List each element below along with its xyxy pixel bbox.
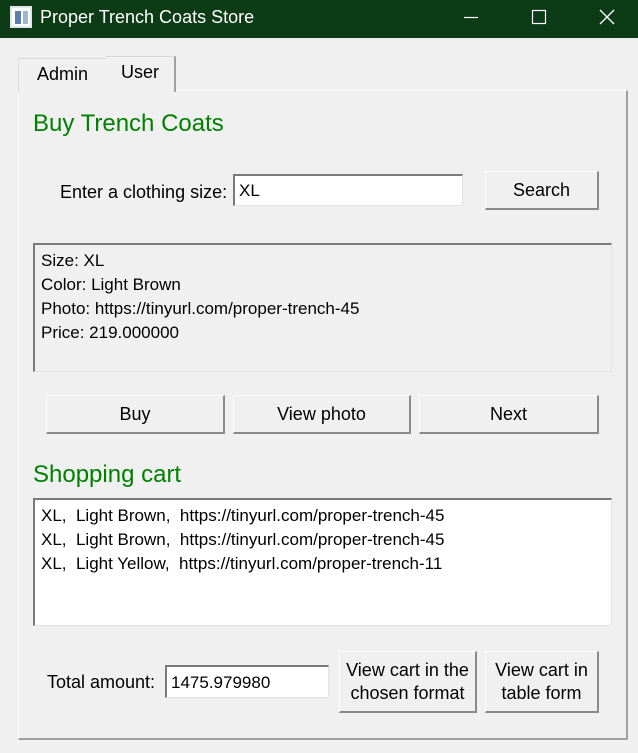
- total-label: Total amount:: [47, 672, 156, 692]
- detail-price: Price: 219.000000: [41, 323, 179, 342]
- window-title: Proper Trench Coats Store: [40, 7, 255, 27]
- buy-section-title: Buy Trench Coats: [33, 110, 224, 137]
- close-button[interactable]: [572, 0, 638, 34]
- cart-list[interactable]: XL, Light Brown, https://tinyurl.com/pro…: [33, 498, 612, 626]
- view-cart-table-button[interactable]: View cart in table form: [485, 651, 599, 713]
- detail-photo: Photo: https://tinyurl.com/proper-trench…: [41, 299, 360, 318]
- tab-admin[interactable]: Admin: [18, 58, 106, 92]
- search-button[interactable]: Search: [485, 171, 599, 210]
- coat-details-box: Size: XL Color: Light Brown Photo: https…: [33, 243, 612, 372]
- size-label: Enter a clothing size:: [60, 182, 228, 202]
- tab-user[interactable]: User: [106, 56, 176, 92]
- size-input[interactable]: XL: [233, 174, 463, 206]
- next-button[interactable]: Next: [419, 395, 599, 434]
- buy-button[interactable]: Buy: [46, 395, 225, 434]
- maximize-button[interactable]: [504, 0, 574, 34]
- minimize-button[interactable]: [436, 0, 506, 34]
- cart-item: XL, Light Yellow, https://tinyurl.com/pr…: [41, 554, 443, 573]
- cart-item: XL, Light Brown, https://tinyurl.com/pro…: [41, 530, 445, 549]
- close-icon: [599, 9, 615, 25]
- view-cart-format-button[interactable]: View cart in the chosen format: [339, 651, 477, 713]
- detail-color: Color: Light Brown: [41, 275, 181, 294]
- minimize-icon: [464, 16, 478, 19]
- detail-size: Size: XL: [41, 251, 105, 270]
- app-icon: [10, 6, 32, 28]
- title-bar: Proper Trench Coats Store: [0, 0, 638, 38]
- view-photo-button[interactable]: View photo: [233, 395, 411, 434]
- cart-section-title: Shopping cart: [33, 461, 182, 488]
- total-amount-field[interactable]: 1475.979980: [165, 665, 329, 698]
- maximize-icon: [531, 9, 547, 25]
- cart-item: XL, Light Brown, https://tinyurl.com/pro…: [41, 506, 445, 525]
